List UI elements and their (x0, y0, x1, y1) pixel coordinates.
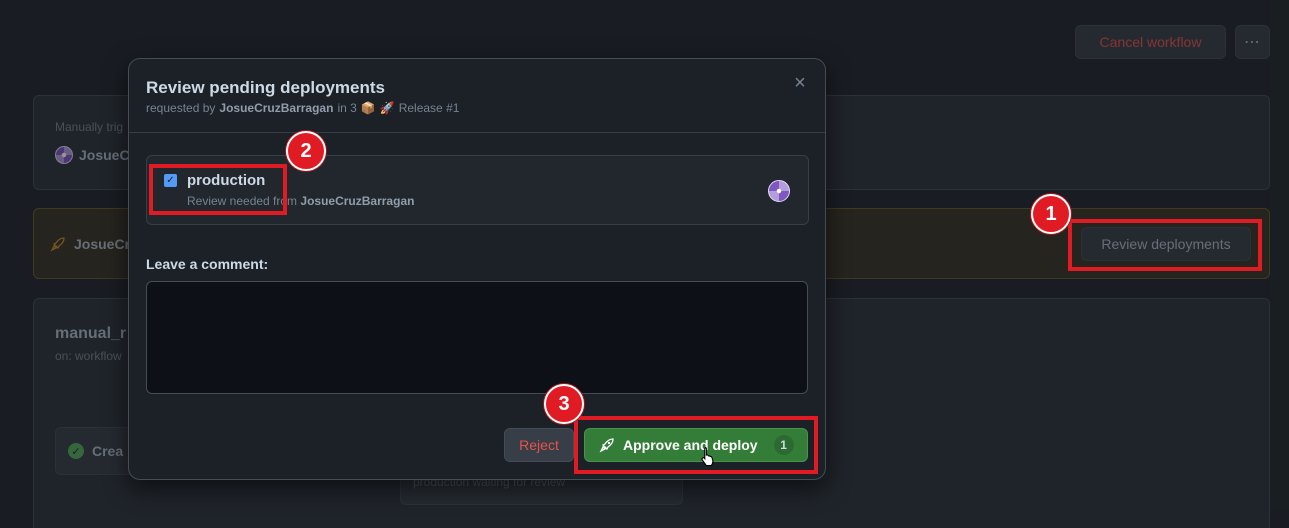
rocket-icon: 🚀 (379, 101, 395, 115)
reviewer-name: JosueCruzBarragan (300, 194, 415, 208)
reviewer-avatar (768, 180, 790, 202)
reject-button[interactable]: Reject (504, 428, 574, 462)
comment-textarea[interactable] (146, 281, 808, 394)
highlight-box-environment (149, 164, 287, 215)
step-badge-1: 1 (1031, 194, 1071, 234)
step-badge-3: 3 (544, 384, 584, 424)
requester-link[interactable]: JosueCruzBarragan (219, 101, 333, 115)
requested-by-label: requested by (146, 101, 216, 115)
dialog-subtitle: requested by JosueCruzBarragan in 3 📦 🚀 … (146, 101, 459, 115)
package-icon: 📦 (360, 101, 376, 115)
dialog-divider (129, 132, 825, 133)
hand-cursor-icon (701, 446, 714, 467)
release-link[interactable]: Release #1 (399, 101, 460, 115)
close-icon[interactable]: × (789, 72, 811, 94)
highlight-box-approve (574, 416, 818, 474)
highlight-box-review (1068, 219, 1262, 271)
step-badge-2: 2 (286, 131, 326, 171)
run-number: in 3 (337, 101, 357, 115)
comment-label: Leave a comment: (146, 256, 269, 272)
dialog-title: Review pending deployments (146, 78, 385, 97)
